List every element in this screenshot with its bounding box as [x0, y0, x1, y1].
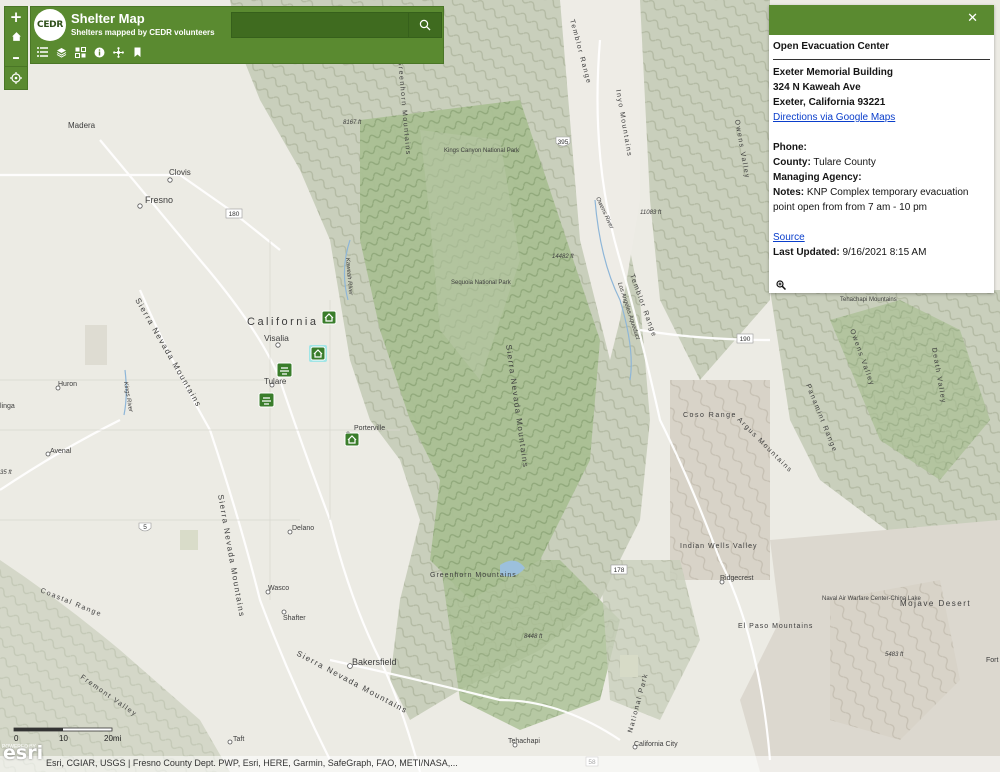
label-avenal: Avenal — [50, 448, 72, 455]
popup-divider — [773, 59, 990, 60]
layers-button[interactable] — [52, 42, 71, 62]
shelter-marker[interactable] — [258, 392, 275, 408]
home-button[interactable] — [5, 27, 27, 47]
label-kings-canyon: Kings Canyon National Park — [444, 148, 520, 154]
zoom-to-icon — [776, 280, 787, 291]
scale-bar: 0 10 20mi — [13, 727, 122, 743]
close-popup-button[interactable]: ✕ — [967, 12, 978, 26]
label-bakersfield: Bakersfield — [352, 657, 397, 667]
search-input[interactable] — [231, 12, 409, 38]
locate-button[interactable] — [4, 66, 28, 90]
toolbar — [31, 41, 147, 63]
shelter-marker[interactable] — [321, 310, 337, 325]
label-california-city: California City — [634, 741, 678, 748]
updated-label: Last Updated: — [773, 247, 840, 258]
label-elev-4: 8448 ft — [524, 634, 543, 640]
shelter-marker-selected[interactable] — [309, 345, 327, 362]
label-ridgecrest: Ridgecrest — [720, 575, 754, 582]
county-label: County: — [773, 157, 811, 168]
label-porterville: Porterville — [354, 425, 385, 432]
share-button[interactable] — [109, 42, 128, 62]
scale-label-10: 10 — [59, 734, 68, 743]
label-state: California — [247, 316, 318, 328]
label-greenhorn: Greenhorn Mountains — [430, 572, 517, 579]
info-icon — [94, 47, 105, 57]
label-coso: Coso Range — [683, 412, 737, 419]
bookmark-icon — [134, 47, 141, 57]
updated-value: 9/16/2021 8:15 AM — [842, 247, 927, 258]
close-icon: ✕ — [967, 11, 978, 26]
cedr-logo: CEDR — [34, 9, 66, 41]
source-link[interactable]: Source — [773, 232, 805, 243]
zoom-to-button[interactable] — [776, 277, 787, 295]
label-elev-1: 8167 ft — [343, 120, 362, 126]
popup-content: Exeter Memorial Building 324 N Kaweah Av… — [773, 65, 989, 260]
locate-icon — [10, 72, 22, 84]
label-delano: Delano — [292, 525, 314, 532]
bookmarks-button[interactable] — [128, 42, 147, 62]
legend-button[interactable] — [33, 42, 52, 62]
svg-text:178: 178 — [614, 567, 625, 574]
label-elev-5: 5483 ft — [885, 652, 904, 658]
shelter-marker[interactable] — [276, 362, 293, 378]
label-visalia: Visalia — [264, 333, 289, 343]
label-wasco: Wasco — [268, 585, 289, 592]
popup-title: Open Evacuation Center — [773, 41, 890, 52]
svg-text:190: 190 — [740, 336, 751, 343]
shelter-popup: ✕ Open Evacuation Center Exeter Memorial… — [769, 5, 994, 293]
svg-text:5: 5 — [143, 524, 147, 531]
label-sequoia: Sequoia National Park — [451, 280, 512, 286]
basemap-gallery-icon — [75, 46, 86, 58]
app-subtitle: Shelters mapped by CEDR volunteers — [71, 28, 215, 37]
label-huron: Huron — [58, 381, 77, 388]
attribution-text: Esri, CGIAR, USGS | Fresno County Dept. … — [46, 758, 458, 768]
search-icon — [419, 19, 431, 31]
popup-header: ✕ — [769, 5, 994, 35]
label-elev-2: 11083 ft — [640, 210, 662, 216]
county-value: Tulare County — [813, 157, 876, 168]
home-icon — [11, 32, 21, 41]
label-national-park: Tehachapi Mountains — [840, 297, 897, 303]
label-mojave: Mojave Desert — [900, 599, 971, 608]
label-fresno: Fresno — [145, 195, 173, 205]
layers-icon — [56, 47, 67, 58]
label-taft: Taft — [233, 736, 244, 743]
facility-street: 324 N Kaweah Ave — [773, 82, 861, 93]
notes-label: Notes: — [773, 187, 805, 198]
label-fort-fragment: Fort — [986, 657, 999, 664]
label-elev-3: 14482 ft — [552, 254, 574, 260]
phone-label: Phone: — [773, 142, 807, 153]
basemap-gallery-button[interactable] — [71, 42, 90, 62]
attribution-bar[interactable]: Esri, CGIAR, USGS | Fresno County Dept. … — [0, 756, 1000, 772]
label-elev-fragment: 35 ft — [0, 470, 12, 476]
list-icon — [37, 47, 48, 57]
app-title: Shelter Map — [71, 11, 145, 26]
zoom-out-button[interactable]: – — [5, 47, 27, 67]
zoom-controls: + – — [4, 6, 28, 68]
about-button[interactable] — [90, 42, 109, 62]
label-tulare: Tulare — [264, 377, 287, 386]
share-icon — [113, 46, 124, 58]
shelter-marker[interactable] — [344, 432, 360, 447]
directions-link[interactable]: Directions via Google Maps — [773, 112, 895, 123]
svg-text:395: 395 — [558, 139, 569, 146]
esri-logo[interactable]: esri — [3, 742, 43, 764]
scale-label-20: 20mi — [104, 734, 122, 743]
label-linga-fragment: linga — [0, 403, 15, 410]
label-tehachapi: Tehachapi — [508, 738, 540, 745]
facility-name: Exeter Memorial Building — [773, 67, 894, 78]
search-button[interactable] — [408, 12, 442, 38]
app-header: CEDR Shelter Map Shelters mapped by CEDR… — [30, 6, 444, 64]
label-clovis: Clovis — [169, 168, 191, 177]
svg-text:180: 180 — [229, 211, 240, 218]
facility-city: Exeter, California 93221 — [773, 97, 886, 108]
label-madera: Madera — [68, 121, 96, 130]
label-shafter: Shafter — [283, 615, 306, 622]
label-indian-wells: Indian Wells Valley — [680, 543, 758, 550]
label-el-paso: El Paso Mountains — [738, 623, 813, 630]
zoom-in-button[interactable]: + — [5, 7, 27, 27]
agency-label: Managing Agency: — [773, 172, 862, 183]
